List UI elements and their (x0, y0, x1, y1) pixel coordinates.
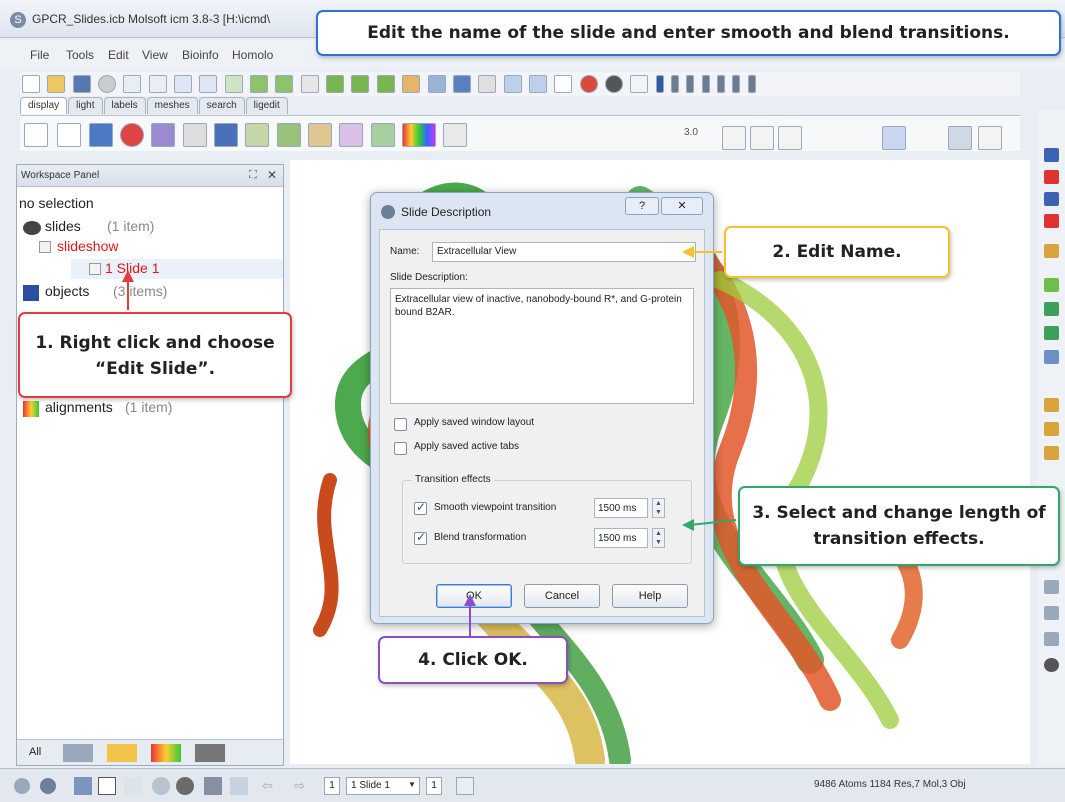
callout-top: Edit the name of the slide and enter smo… (316, 10, 1061, 56)
arrowhead-step1 (122, 270, 134, 282)
arrow-step3 (689, 519, 737, 526)
arrowhead-step3 (682, 519, 694, 531)
arrowhead-step2 (682, 246, 694, 258)
callout-step3: 3. Select and change length of transitio… (738, 486, 1060, 566)
callout-step4: 4. Click OK. (378, 636, 568, 684)
arrowhead-step4 (464, 594, 476, 606)
callout-step1: 1. Right click and choose “Edit Slide”. (18, 312, 292, 398)
callout-step2: 2. Edit Name. (724, 226, 950, 278)
